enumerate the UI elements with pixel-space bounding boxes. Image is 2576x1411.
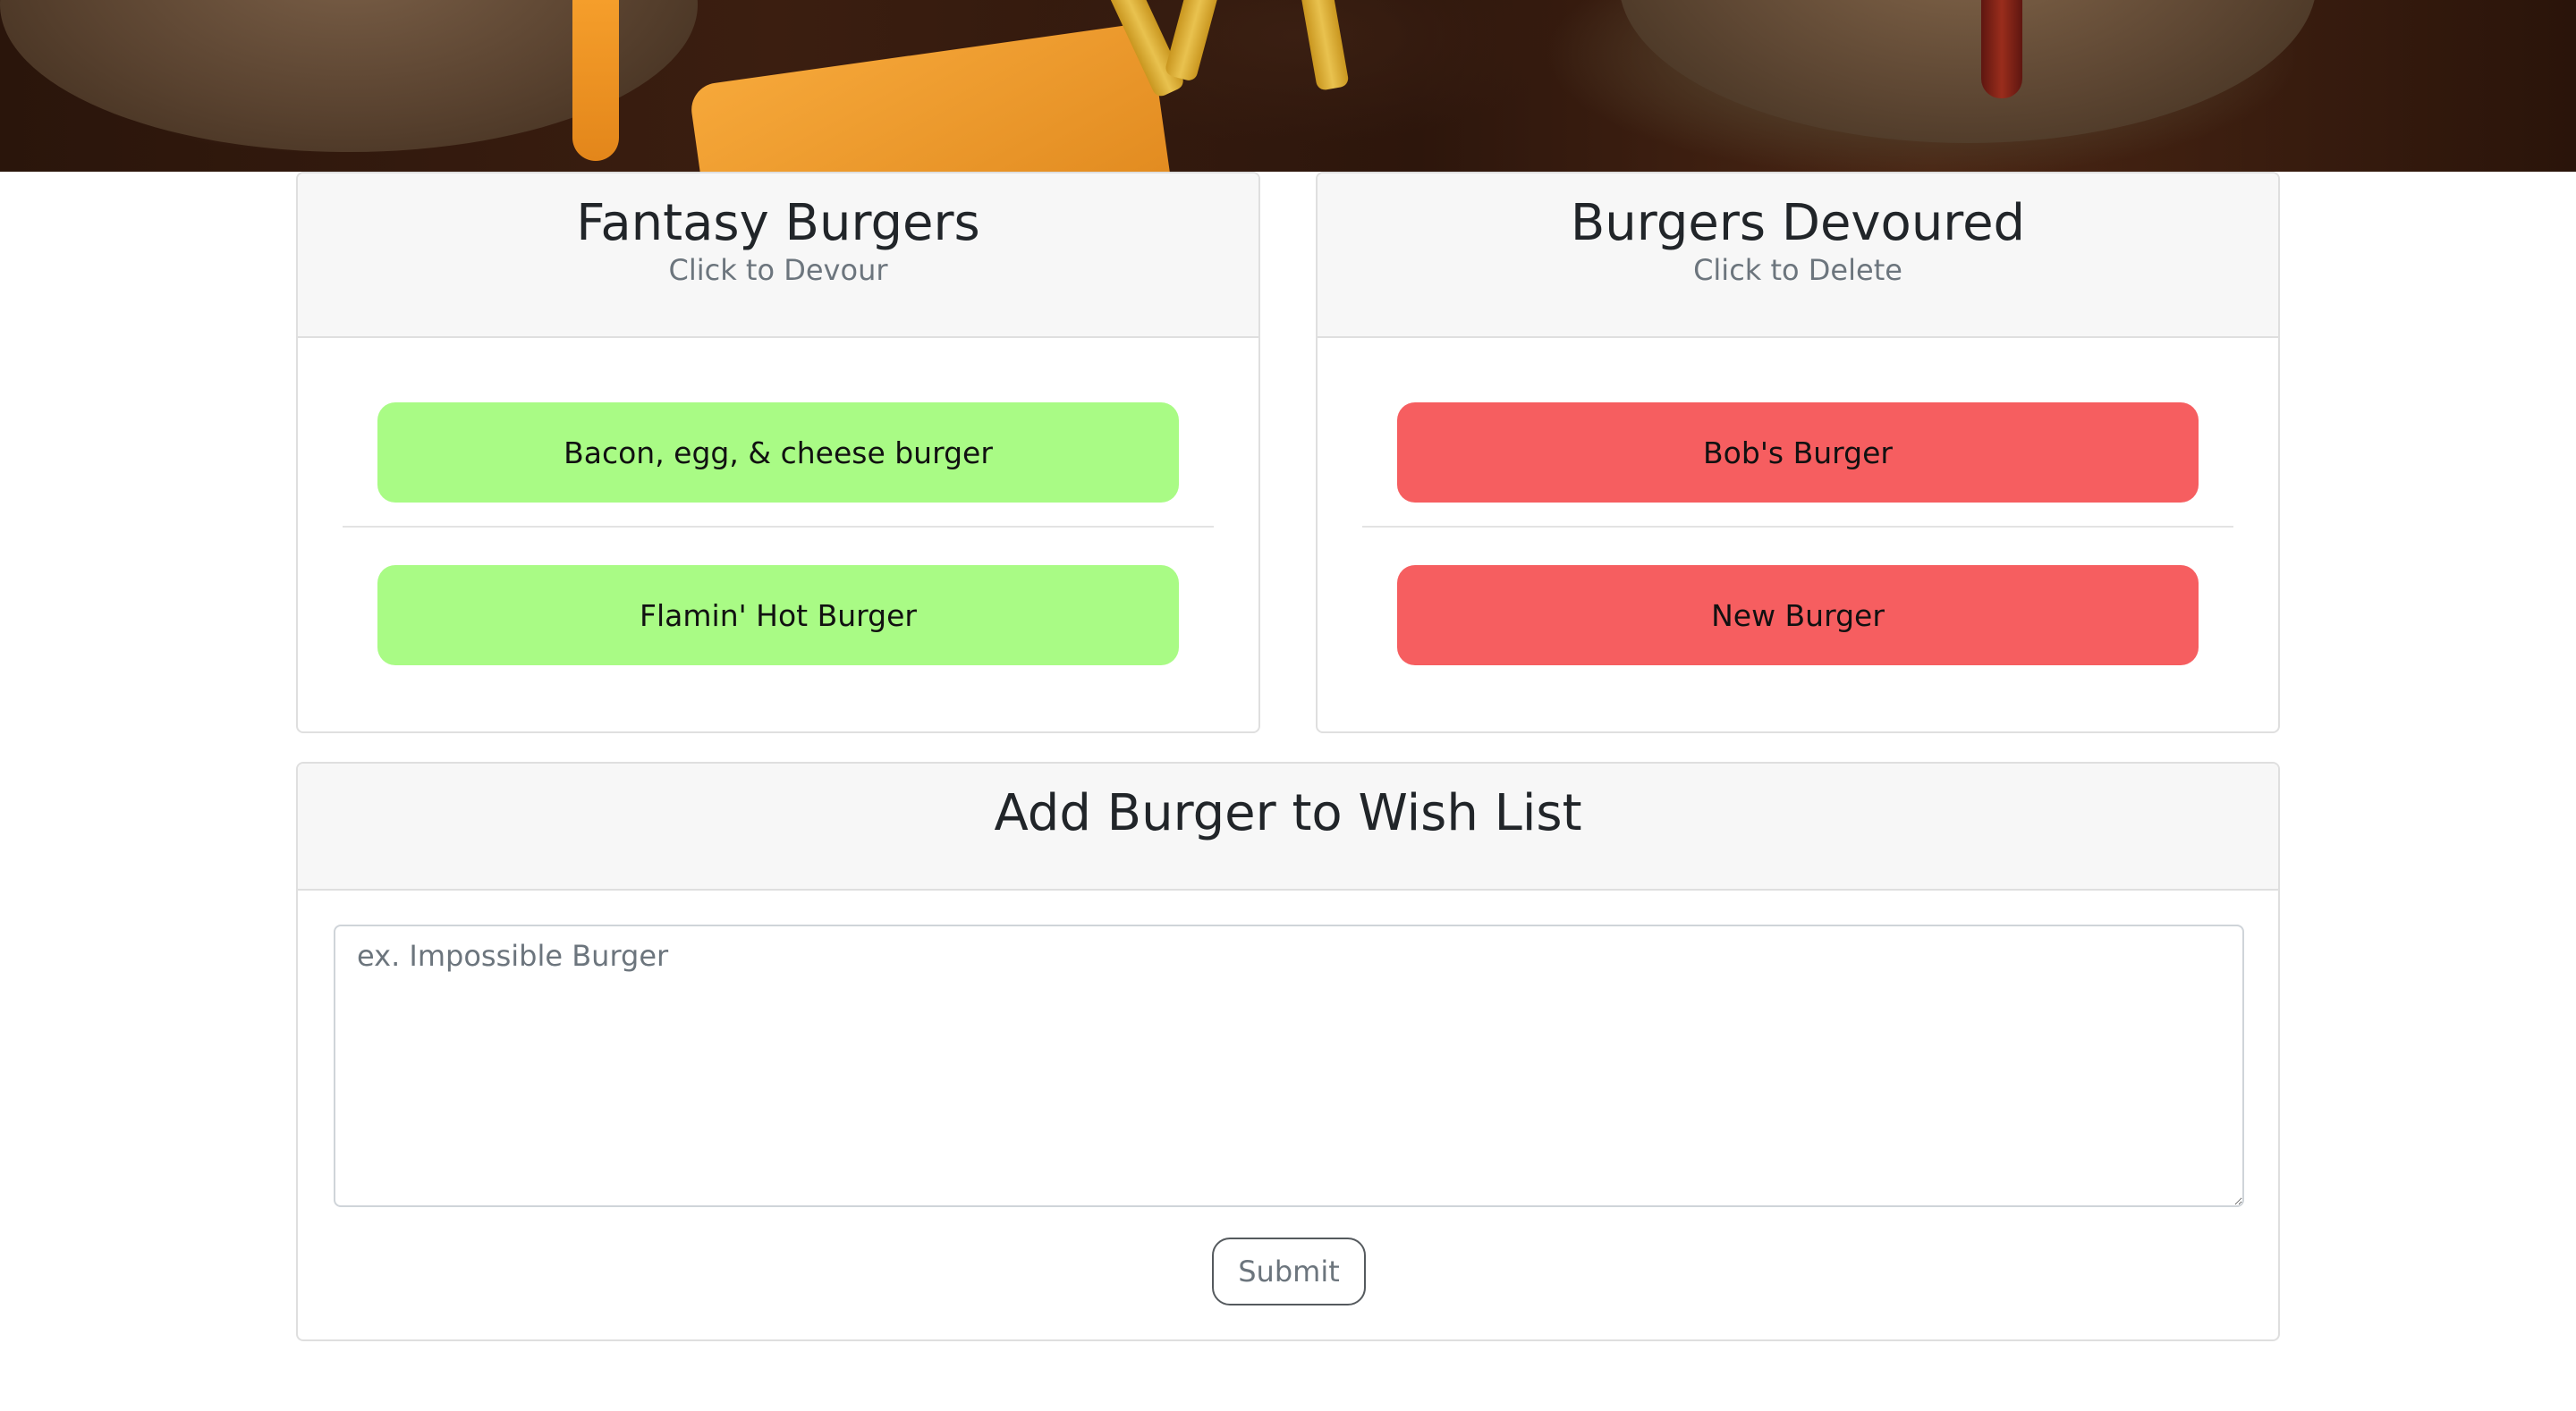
burger-name-input[interactable] [334, 925, 2244, 1207]
list-item: Bacon, egg, & cheese burger [343, 402, 1214, 503]
fry-image [1294, 0, 1350, 91]
list-divider [1362, 526, 2233, 528]
list-divider [343, 526, 1214, 528]
delete-burger-button[interactable]: Bob's Burger [1397, 402, 2199, 503]
list-item: Flamin' Hot Burger [343, 565, 1214, 665]
list-item: New Burger [1362, 565, 2233, 665]
devour-burger-button[interactable]: Flamin' Hot Burger [377, 565, 1179, 665]
fantasy-burgers-subtitle: Click to Devour [668, 253, 888, 288]
wish-list-header: Add Burger to Wish List [298, 764, 2278, 891]
fantasy-burgers-header: Fantasy Burgers Click to Devour [298, 173, 1258, 338]
sauce-drip-image [1981, 0, 2022, 98]
submit-button[interactable]: Submit [1212, 1238, 1366, 1305]
fantasy-burgers-card: Fantasy Burgers Click to Devour Bacon, e… [296, 172, 1260, 733]
cheese-drip-image [572, 0, 619, 161]
cheese-curl-image [0, 89, 88, 172]
burgers-devoured-card: Burgers Devoured Click to Delete Bob's B… [1316, 172, 2280, 733]
wish-list-card: Add Burger to Wish List Submit [296, 762, 2280, 1341]
list-item: Bob's Burger [1362, 402, 2233, 503]
fry-image [1164, 0, 1230, 83]
devour-burger-button[interactable]: Bacon, egg, & cheese burger [377, 402, 1179, 503]
burgers-devoured-title: Burgers Devoured [1570, 194, 2026, 252]
cheese-slice-image [688, 21, 1173, 172]
burgers-devoured-subtitle: Click to Delete [1693, 253, 1902, 288]
burgers-devoured-header: Burgers Devoured Click to Delete [1318, 173, 2278, 338]
delete-burger-button[interactable]: New Burger [1397, 565, 2199, 665]
wish-list-title: Add Burger to Wish List [994, 784, 1582, 842]
right-burger-bun-image [1619, 0, 2317, 143]
burger-banner-image [0, 0, 2576, 172]
fantasy-burgers-title: Fantasy Burgers [576, 194, 980, 252]
